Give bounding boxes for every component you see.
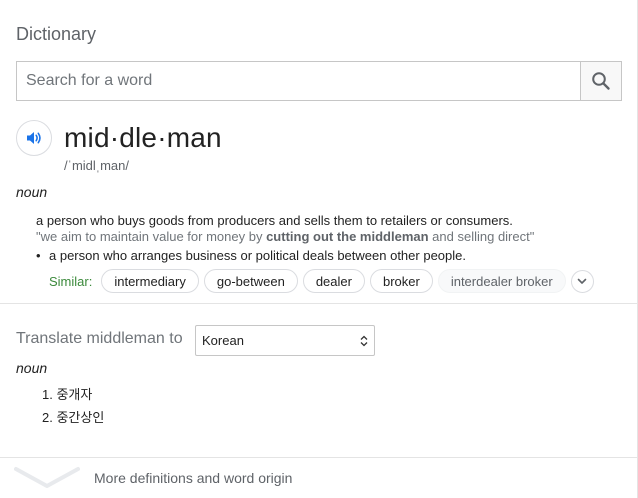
translation-item: 1. 중개자 <box>42 387 93 402</box>
similar-chip-dealer[interactable]: dealer <box>302 269 365 293</box>
similar-chip-intermediary[interactable]: intermediary <box>101 269 199 293</box>
footer-divider <box>0 457 638 458</box>
similar-chip-go-between[interactable]: go-between <box>203 269 298 293</box>
more-definitions-label[interactable]: More definitions and word origin <box>94 470 292 486</box>
similar-label: Similar: <box>49 273 93 289</box>
definition-2: • a person who arranges business or polit… <box>36 248 466 263</box>
search-button[interactable] <box>580 62 621 100</box>
part-of-speech: noun <box>16 184 48 200</box>
example-suffix: and selling direct" <box>428 229 535 244</box>
example-highlight: cutting out the middleman <box>266 229 429 244</box>
search-box <box>16 61 622 101</box>
phonetic-transcription: /ˈmidlˌman/ <box>64 158 130 173</box>
dictionary-card: Dictionary mid·dle·man /ˈmidlˌman/ noun … <box>0 0 638 498</box>
dictionary-title: Dictionary <box>16 24 97 44</box>
expand-chevron-icon <box>14 467 80 488</box>
chevron-down-icon <box>577 278 587 284</box>
speaker-icon <box>27 132 41 144</box>
headword: mid·dle·man <box>64 122 222 153</box>
search-input[interactable] <box>17 62 580 100</box>
translation-list: 1. 중개자 2. 중간상인 <box>42 387 104 433</box>
language-select[interactable]: Korean <box>195 325 375 356</box>
example-sentence: "we aim to maintain value for money by c… <box>36 229 534 244</box>
similar-chip-broker[interactable]: broker <box>369 269 433 293</box>
translate-label: Translate middleman to <box>16 330 183 347</box>
select-arrows-icon <box>360 335 368 346</box>
pronunciation-button[interactable] <box>16 120 52 156</box>
search-icon <box>592 72 610 90</box>
show-more-similar-button[interactable] <box>570 269 594 293</box>
bullet: • <box>36 248 41 263</box>
translation-item: 2. 중간상인 <box>42 410 105 425</box>
example-prefix: "we aim to maintain value for money by <box>36 229 267 244</box>
section-divider <box>0 303 638 304</box>
language-select-value: Korean <box>202 333 244 348</box>
translation-part-of-speech: noun <box>16 360 48 376</box>
similar-chip-interdealer-broker[interactable]: interdealer broker <box>437 269 566 293</box>
definition-1: a person who buys goods from producers a… <box>36 213 513 228</box>
definition-2-text: a person who arranges business or politi… <box>49 248 466 263</box>
similar-words: Similar: intermediary go-between dealer … <box>49 268 594 294</box>
